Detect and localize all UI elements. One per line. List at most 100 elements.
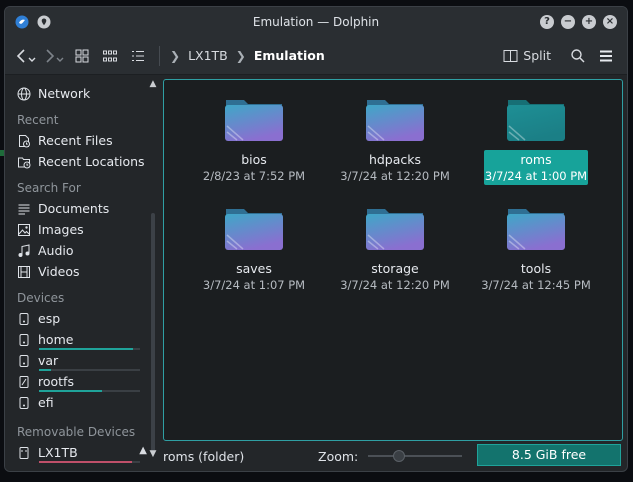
sidebar-item-label: rootfs bbox=[38, 374, 74, 389]
folder-icon bbox=[366, 209, 424, 250]
folder-label: bios 2/8/23 at 7:52 PM bbox=[184, 152, 324, 183]
folder-date: 3/7/24 at 12:45 PM bbox=[481, 278, 591, 292]
details-view-icon[interactable] bbox=[127, 44, 149, 68]
split-view-icon bbox=[503, 49, 518, 62]
folder-label: tools 3/7/24 at 12:45 PM bbox=[466, 261, 606, 292]
drive-icon bbox=[17, 396, 31, 410]
folder-item-storage[interactable]: storage 3/7/24 at 12:20 PM bbox=[325, 205, 465, 292]
forward-button[interactable] bbox=[43, 44, 65, 68]
drive-icon bbox=[17, 312, 31, 326]
sidebar-item-label: Recent Locations bbox=[38, 154, 145, 169]
status-text: roms (folder) bbox=[163, 448, 245, 464]
sidebar-scrollbar[interactable]: ▲ ▼ bbox=[149, 79, 157, 459]
icons-view-icon[interactable] bbox=[71, 44, 93, 68]
toolbar: ❯ LX1TB ❯ Emulation Split bbox=[5, 37, 627, 75]
folder-name: storage bbox=[371, 261, 419, 276]
folder-date: 3/7/24 at 12:20 PM bbox=[340, 169, 450, 183]
search-button[interactable] bbox=[567, 44, 589, 68]
folder-name: saves bbox=[236, 261, 272, 276]
folder-item-hdpacks[interactable]: hdpacks 3/7/24 at 12:20 PM bbox=[325, 96, 465, 183]
folder-label: hdpacks 3/7/24 at 12:20 PM bbox=[325, 152, 465, 183]
places-panel: Network Recent Recent Files Recent Locat… bbox=[5, 75, 159, 471]
sidebar-item-label: esp bbox=[38, 311, 61, 326]
breadcrumb-lx1tb[interactable]: LX1TB bbox=[188, 48, 228, 63]
drive-icon bbox=[17, 333, 31, 347]
section-search-for: Search For bbox=[17, 181, 81, 195]
folder-icon bbox=[225, 209, 283, 250]
sidebar-item-lx1tb[interactable]: LX1TB ▲ bbox=[5, 442, 159, 463]
help-button[interactable]: ? bbox=[540, 15, 554, 29]
folder-label: roms 3/7/24 at 1:00 PM bbox=[484, 150, 588, 185]
sidebar-item-network[interactable]: Network bbox=[5, 83, 159, 104]
hamburger-menu-button[interactable] bbox=[595, 44, 617, 68]
sidebar-item-images[interactable]: Images bbox=[5, 219, 159, 240]
recent-files-icon bbox=[17, 134, 31, 148]
scroll-down-icon[interactable]: ▼ bbox=[149, 449, 157, 459]
maximize-button[interactable]: + bbox=[582, 15, 596, 29]
folder-date: 3/7/24 at 1:00 PM bbox=[484, 169, 588, 183]
recent-locations-icon bbox=[17, 155, 31, 169]
folder-label: storage 3/7/24 at 12:20 PM bbox=[325, 261, 465, 292]
capacity-fill bbox=[39, 461, 132, 463]
folder-name: tools bbox=[520, 261, 552, 276]
close-button[interactable]: × bbox=[603, 15, 617, 29]
section-devices: Devices bbox=[17, 291, 65, 305]
toolbar-separator bbox=[159, 45, 160, 66]
sidebar-item-var[interactable]: var bbox=[5, 350, 159, 371]
split-button[interactable]: Split bbox=[503, 48, 551, 63]
folder-date: 2/8/23 at 7:52 PM bbox=[202, 169, 306, 183]
scrollbar-thumb[interactable] bbox=[151, 213, 155, 453]
chevron-right-icon: ❯ bbox=[170, 48, 181, 63]
zoom-slider[interactable] bbox=[368, 450, 463, 462]
window-title: Emulation — Dolphin bbox=[252, 15, 380, 29]
sidebar-item-label: home bbox=[38, 332, 74, 347]
sidebar-item-audio[interactable]: Audio bbox=[5, 240, 159, 261]
pin-icon[interactable] bbox=[37, 15, 51, 29]
folder-date: 3/7/24 at 1:07 PM bbox=[202, 278, 306, 292]
title-bar: Emulation — Dolphin ? − + × bbox=[5, 7, 627, 37]
sidebar-item-recent-files[interactable]: Recent Files bbox=[5, 130, 159, 151]
sidebar-item-videos[interactable]: Videos bbox=[5, 261, 159, 282]
videos-icon bbox=[17, 265, 31, 279]
dolphin-window: Emulation — Dolphin ? − + × ❯ LX1TB ❯ Em… bbox=[4, 6, 628, 472]
folder-item-saves[interactable]: saves 3/7/24 at 1:07 PM bbox=[184, 205, 324, 292]
free-space-button[interactable]: 8.5 GiB free bbox=[477, 444, 621, 466]
sidebar-item-label: Network bbox=[38, 86, 91, 101]
folder-icon bbox=[225, 100, 283, 141]
file-view[interactable]: bios 2/8/23 at 7:52 PM hdpacks 3/7/24 at 12… bbox=[163, 79, 623, 441]
sidebar-item-rootfs[interactable]: rootfs bbox=[5, 371, 159, 392]
sidebar-item-label: LX1TB bbox=[38, 445, 78, 460]
section-removable-devices: Removable Devices bbox=[17, 425, 136, 439]
removable-drive-icon bbox=[17, 446, 31, 460]
capacity-bar bbox=[39, 461, 140, 463]
audio-icon bbox=[17, 243, 31, 258]
folder-item-roms[interactable]: roms 3/7/24 at 1:00 PM bbox=[466, 96, 606, 185]
eject-icon[interactable]: ▲ bbox=[139, 445, 147, 456]
search-icon bbox=[571, 48, 585, 63]
sidebar-item-label: Audio bbox=[38, 243, 74, 258]
zoom-label: Zoom: bbox=[318, 448, 359, 464]
folder-name: roms bbox=[520, 152, 552, 167]
sidebar-item-home[interactable]: home bbox=[5, 329, 159, 350]
zoom-slider-handle[interactable] bbox=[392, 450, 405, 462]
breadcrumb: ❯ LX1TB ❯ Emulation bbox=[170, 48, 325, 63]
split-label: Split bbox=[523, 48, 551, 63]
folder-item-bios[interactable]: bios 2/8/23 at 7:52 PM bbox=[184, 96, 324, 183]
scroll-up-icon[interactable]: ▲ bbox=[149, 79, 157, 89]
breadcrumb-emulation[interactable]: Emulation bbox=[254, 48, 325, 63]
folder-label: saves 3/7/24 at 1:07 PM bbox=[184, 261, 324, 292]
folder-icon bbox=[366, 100, 424, 141]
status-bar: roms (folder) Zoom: 8.5 GiB free bbox=[163, 443, 623, 469]
images-icon bbox=[17, 223, 31, 237]
sidebar-item-documents[interactable]: Documents bbox=[5, 198, 159, 219]
folder-item-tools[interactable]: tools 3/7/24 at 12:45 PM bbox=[466, 205, 606, 292]
sidebar-item-efi[interactable]: efi bbox=[5, 392, 159, 413]
minimize-button[interactable]: − bbox=[561, 15, 575, 29]
dolphin-app-icon[interactable] bbox=[15, 15, 29, 29]
back-button[interactable] bbox=[15, 44, 37, 68]
sidebar-item-recent-locations[interactable]: Recent Locations bbox=[5, 151, 159, 172]
compact-view-icon[interactable] bbox=[99, 44, 121, 68]
sidebar-item-label: efi bbox=[38, 395, 54, 410]
sidebar-item-esp[interactable]: esp bbox=[5, 308, 159, 329]
network-icon bbox=[17, 87, 31, 101]
